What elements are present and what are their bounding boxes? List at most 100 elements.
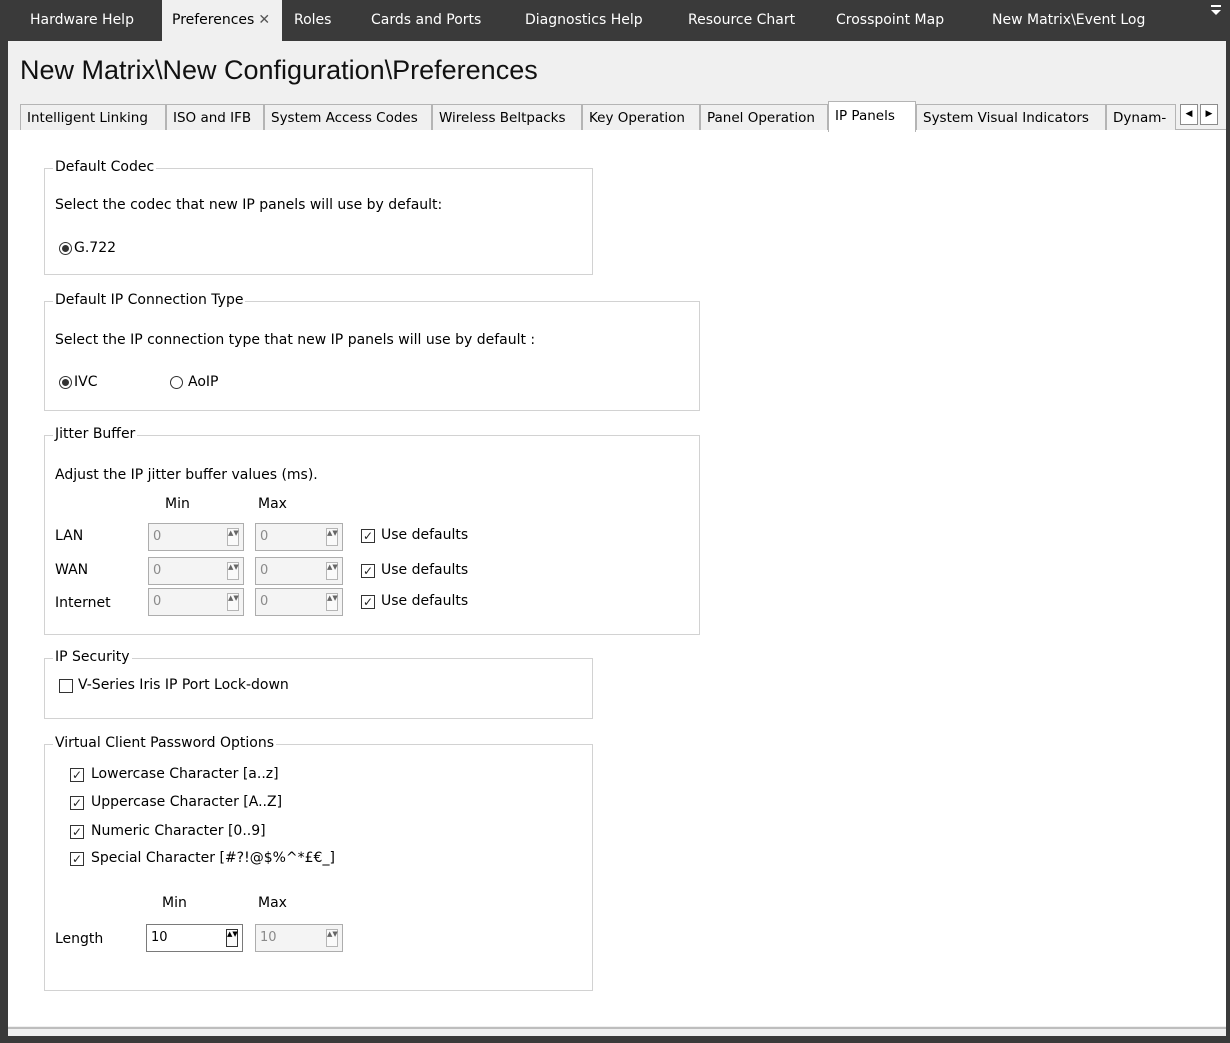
doc-tab-label: Cards and Ports	[371, 12, 482, 28]
close-icon[interactable]: ✕	[258, 12, 270, 28]
uppercase-label[interactable]: Uppercase Character [A..Z]	[91, 794, 282, 810]
spinner-value: 0	[260, 529, 269, 544]
codec-g722-label[interactable]: G.722	[74, 240, 116, 256]
window-frame-left	[0, 41, 8, 1043]
tab-scroll-right-icon[interactable]: ▶	[1200, 104, 1218, 125]
port-lockdown-label[interactable]: V-Series Iris IP Port Lock-down	[78, 677, 289, 693]
length-min-spinner[interactable]: 10 ▲▼	[146, 924, 243, 952]
spinner-arrows-icon[interactable]: ▲▼	[227, 562, 239, 580]
aoip-radio[interactable]	[170, 376, 183, 389]
lan-use-defaults-checkbox[interactable]: ✓	[361, 529, 375, 543]
ip-connection-type-group: Default IP Connection Type Select the IP…	[44, 292, 700, 411]
aoip-label[interactable]: AoIP	[188, 374, 218, 390]
overflow-menu-icon-glyph	[1211, 5, 1221, 15]
lan-use-defaults-label[interactable]: Use defaults	[381, 527, 468, 543]
preferences-tab-strip: Intelligent Linking ISO and IFB System A…	[20, 101, 1226, 132]
window-frame-bottom	[0, 1036, 1230, 1043]
port-lockdown-checkbox[interactable]	[59, 679, 73, 693]
doc-tab-roles[interactable]: Roles	[284, 0, 354, 41]
internet-max-spinner[interactable]: 0 ▲▼	[255, 588, 343, 616]
overflow-menu-icon[interactable]	[1210, 0, 1222, 41]
default-codec-group: Default Codec Select the codec that new …	[44, 159, 593, 275]
spinner-value: 0	[260, 594, 269, 609]
jitter-row-label-internet: Internet	[55, 595, 111, 611]
uppercase-checkbox[interactable]: ✓	[70, 796, 84, 810]
spinner-value: 0	[153, 563, 162, 578]
numeric-checkbox[interactable]: ✓	[70, 825, 84, 839]
wan-min-spinner[interactable]: 0 ▲▼	[148, 557, 244, 585]
jitter-row-label-lan: LAN	[55, 528, 84, 544]
window-frame-right	[1226, 41, 1230, 1043]
group-title: Default Codec	[53, 159, 157, 175]
length-label: Length	[55, 931, 104, 947]
codec-description: Select the codec that new IP panels will…	[55, 197, 443, 213]
ip-panels-content: Default Codec Select the codec that new …	[8, 130, 1226, 1026]
password-options-group: Virtual Client Password Options ✓ Lowerc…	[44, 735, 593, 991]
spinner-arrows-icon[interactable]: ▲▼	[227, 593, 239, 611]
tab-scroll-left-icon[interactable]: ◀	[1180, 104, 1198, 125]
length-max-spinner[interactable]: 10 ▲▼	[255, 924, 343, 952]
internet-use-defaults-checkbox[interactable]: ✓	[361, 595, 375, 609]
numeric-label[interactable]: Numeric Character [0..9]	[91, 823, 266, 839]
spinner-arrows-icon[interactable]: ▲▼	[226, 929, 238, 947]
lowercase-label[interactable]: Lowercase Character [a..z]	[91, 766, 279, 782]
bottom-divider	[8, 1027, 1226, 1029]
ivc-label[interactable]: IVC	[74, 374, 97, 390]
length-min-header: Min	[162, 895, 187, 911]
jitter-description: Adjust the IP jitter buffer values (ms).	[55, 467, 318, 483]
page-title: New Matrix\New Configuration\Preferences	[20, 55, 538, 85]
special-label[interactable]: Special Character [#?!@$%^*£€_]	[91, 850, 335, 866]
spinner-value: 0	[260, 563, 269, 578]
group-title: Default IP Connection Type	[53, 292, 246, 308]
spinner-value: 10	[260, 930, 277, 945]
tab-ip-panels[interactable]: IP Panels	[828, 101, 916, 132]
doc-tab-preferences[interactable]: Preferences ✕	[162, 0, 282, 41]
lowercase-checkbox[interactable]: ✓	[70, 768, 84, 782]
doc-tab-diagnostics-help[interactable]: Diagnostics Help	[515, 0, 675, 41]
spinner-arrows-icon[interactable]: ▲▼	[326, 528, 338, 546]
doc-tab-label: Preferences	[172, 12, 255, 28]
doc-tab-label: Diagnostics Help	[525, 12, 643, 28]
tab-dynamic[interactable]: Dynam-	[1106, 104, 1176, 131]
ip-security-group: IP Security V-Series Iris IP Port Lock-d…	[44, 649, 593, 719]
tab-intelligent-linking[interactable]: Intelligent Linking	[20, 104, 166, 131]
ivc-radio[interactable]	[59, 376, 72, 389]
doc-tab-hardware-help[interactable]: Hardware Help	[20, 0, 162, 41]
group-title: Jitter Buffer	[53, 426, 138, 442]
doc-tab-label: Crosspoint Map	[836, 12, 945, 28]
lan-min-spinner[interactable]: 0 ▲▼	[148, 523, 244, 551]
tab-key-operation[interactable]: Key Operation	[582, 104, 700, 131]
codec-g722-radio[interactable]	[59, 242, 72, 255]
length-max-header: Max	[258, 895, 287, 911]
group-title: Virtual Client Password Options	[53, 735, 277, 751]
tab-system-visual-indicators[interactable]: System Visual Indicators	[916, 104, 1106, 131]
doc-tab-label: Hardware Help	[30, 12, 134, 28]
special-checkbox[interactable]: ✓	[70, 852, 84, 866]
tab-wireless-beltpacks[interactable]: Wireless Beltpacks	[432, 104, 582, 131]
spinner-value: 10	[151, 930, 168, 945]
tab-iso-and-ifb[interactable]: ISO and IFB	[166, 104, 264, 131]
doc-tab-resource-chart[interactable]: Resource Chart	[678, 0, 828, 41]
wan-use-defaults-label[interactable]: Use defaults	[381, 562, 468, 578]
group-title: IP Security	[53, 649, 132, 665]
doc-tab-event-log[interactable]: New Matrix\Event Log	[982, 0, 1182, 41]
wan-use-defaults-checkbox[interactable]: ✓	[361, 564, 375, 578]
doc-tab-label: New Matrix\Event Log	[992, 12, 1146, 28]
spinner-arrows-icon[interactable]: ▲▼	[326, 562, 338, 580]
jitter-buffer-group: Jitter Buffer Adjust the IP jitter buffe…	[44, 426, 700, 635]
doc-tab-label: Resource Chart	[688, 12, 796, 28]
wan-max-spinner[interactable]: 0 ▲▼	[255, 557, 343, 585]
doc-tab-crosspoint-map[interactable]: Crosspoint Map	[826, 0, 976, 41]
tab-system-access-codes[interactable]: System Access Codes	[264, 104, 432, 131]
doc-tab-cards-and-ports[interactable]: Cards and Ports	[361, 0, 511, 41]
lan-max-spinner[interactable]: 0 ▲▼	[255, 523, 343, 551]
spinner-arrows-icon[interactable]: ▲▼	[326, 593, 338, 611]
internet-min-spinner[interactable]: 0 ▲▼	[148, 588, 244, 616]
spinner-arrows-icon[interactable]: ▲▼	[227, 528, 239, 546]
spinner-value: 0	[153, 594, 162, 609]
connection-description: Select the IP connection type that new I…	[55, 332, 536, 348]
internet-use-defaults-label[interactable]: Use defaults	[381, 593, 468, 609]
document-tab-strip: Hardware Help Preferences ✕ Roles Cards a…	[0, 0, 1230, 41]
tab-panel-operation[interactable]: Panel Operation	[700, 104, 828, 131]
spinner-arrows-icon[interactable]: ▲▼	[326, 929, 338, 947]
